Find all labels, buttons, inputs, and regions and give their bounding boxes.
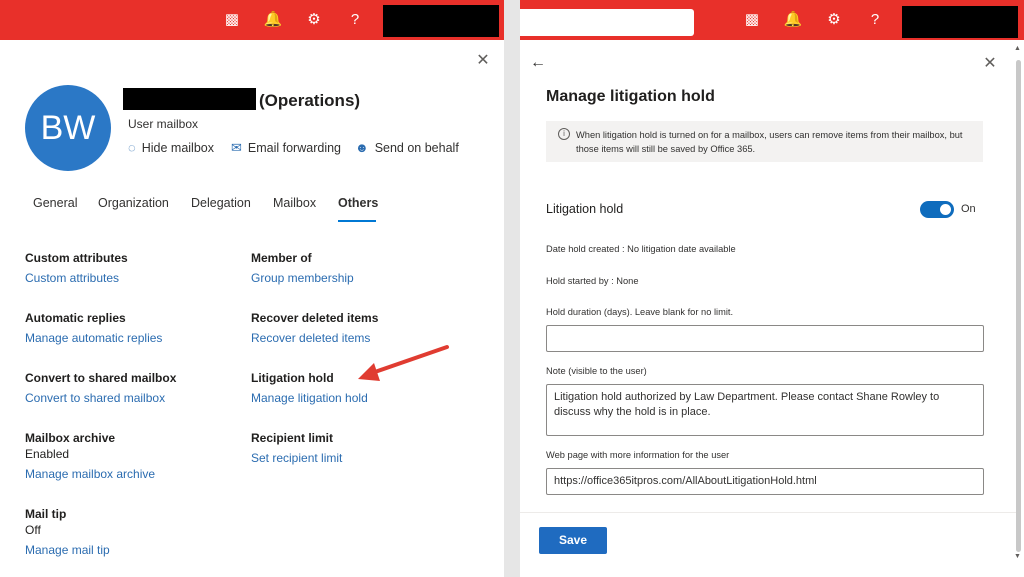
redacted-account-area — [383, 5, 499, 37]
active-tab-indicator — [338, 220, 376, 222]
send-on-behalf-action[interactable]: ☻ Send on behalf — [355, 140, 459, 155]
hide-mailbox-label: Hide mailbox — [141, 140, 214, 155]
gear-icon[interactable]: ⚙ — [824, 10, 844, 30]
search-box[interactable] — [520, 9, 694, 36]
web-page-input[interactable]: https://office365itpros.com/AllAboutLiti… — [546, 468, 984, 495]
back-arrow-icon[interactable]: ← — [530, 54, 548, 72]
automatic-replies-title: Automatic replies — [25, 311, 126, 325]
litigation-hold-toggle[interactable] — [920, 201, 954, 218]
redacted-account-area — [902, 6, 1018, 38]
send-on-behalf-label: Send on behalf — [374, 140, 459, 155]
email-forwarding-action[interactable]: ✉ Email forwarding — [231, 140, 341, 156]
mailbox-details-pane: ▩ 🔔 ⚙ ? ✕ BW (Operations) User mailbox ◌… — [0, 0, 504, 577]
tab-delegation[interactable]: Delegation — [191, 196, 251, 210]
group-membership-link[interactable]: Group membership — [251, 271, 354, 285]
custom-attributes-link[interactable]: Custom attributes — [25, 271, 119, 285]
hold-duration-label: Hold duration (days). Leave blank for no… — [546, 307, 734, 317]
tab-mailbox[interactable]: Mailbox — [273, 196, 316, 210]
terminal-icon[interactable]: ▩ — [222, 10, 242, 30]
bell-icon[interactable]: 🔔 — [783, 10, 803, 30]
info-icon: i — [558, 128, 570, 140]
redacted-mailbox-name — [123, 88, 256, 110]
manage-litigation-hold-link[interactable]: Manage litigation hold — [251, 391, 368, 405]
mailbox-type: User mailbox — [128, 117, 199, 131]
top-bar: ▩ 🔔 ⚙ ? — [520, 0, 1024, 40]
litigation-hold-title: Litigation hold — [251, 371, 334, 385]
info-text: When litigation hold is turned on for a … — [576, 130, 963, 154]
annotation-arrow — [358, 345, 449, 381]
top-bar: ▩ 🔔 ⚙ ? — [0, 0, 504, 40]
manage-mail-tip-link[interactable]: Manage mail tip — [25, 543, 110, 557]
member-of-title: Member of — [251, 251, 312, 265]
convert-shared-link[interactable]: Convert to shared mailbox — [25, 391, 165, 405]
web-page-label: Web page with more information for the u… — [546, 450, 730, 460]
save-button[interactable]: Save — [539, 527, 607, 554]
mailbox-archive-value: Enabled — [25, 447, 70, 461]
custom-attributes-title: Custom attributes — [25, 251, 128, 265]
help-icon[interactable]: ? — [865, 10, 885, 30]
toggle-knob — [940, 204, 951, 215]
eye-hide-icon: ◌ — [128, 140, 136, 155]
mail-tip-value: Off — [25, 523, 41, 537]
avatar: BW — [25, 85, 111, 171]
note-textarea[interactable]: Litigation hold authorized by Law Depart… — [546, 384, 984, 436]
tab-general[interactable]: General — [33, 196, 77, 210]
email-forwarding-label: Email forwarding — [247, 141, 341, 155]
toggle-state-label: On — [961, 203, 976, 215]
tab-organization[interactable]: Organization — [98, 196, 169, 210]
scroll-up-icon[interactable]: ▲ — [1014, 45, 1021, 52]
manage-automatic-replies-link[interactable]: Manage automatic replies — [25, 331, 162, 345]
close-icon[interactable]: ✕ — [474, 52, 492, 70]
person-icon: ☻ — [355, 140, 369, 155]
info-message: i When litigation hold is turned on for … — [546, 121, 983, 162]
help-icon[interactable]: ? — [345, 10, 365, 30]
set-recipient-limit-link[interactable]: Set recipient limit — [251, 451, 342, 465]
recipient-limit-title: Recipient limit — [251, 431, 334, 445]
mailbox-archive-title: Mailbox archive — [25, 431, 116, 445]
terminal-icon[interactable]: ▩ — [742, 10, 762, 30]
close-icon[interactable]: ✕ — [981, 55, 999, 73]
manage-litigation-hold-pane: ▩ 🔔 ⚙ ? ← ✕ Manage litigation hold i Whe… — [520, 0, 1024, 577]
hold-started-by: Hold started by : None — [546, 276, 639, 286]
bell-icon[interactable]: 🔔 — [263, 10, 283, 30]
date-hold-created: Date hold created : No litigation date a… — [546, 244, 736, 254]
recover-deleted-title: Recover deleted items — [251, 311, 379, 325]
manage-mailbox-archive-link[interactable]: Manage mailbox archive — [25, 467, 155, 481]
note-label: Note (visible to the user) — [546, 366, 647, 376]
scrollbar[interactable] — [1016, 60, 1021, 552]
panel-title: Manage litigation hold — [546, 88, 715, 105]
mail-forward-icon: ✉ — [231, 140, 242, 155]
hide-mailbox-action[interactable]: ◌ Hide mailbox — [128, 140, 214, 155]
mailbox-name: (Operations) — [259, 91, 361, 110]
gear-icon[interactable]: ⚙ — [304, 10, 324, 30]
mail-tip-title: Mail tip — [25, 507, 67, 521]
tab-others[interactable]: Others — [338, 196, 378, 210]
hold-duration-input[interactable] — [546, 325, 984, 352]
convert-shared-title: Convert to shared mailbox — [25, 371, 177, 385]
litigation-hold-label: Litigation hold — [546, 202, 624, 216]
scroll-down-icon[interactable]: ▼ — [1014, 553, 1021, 560]
footer-divider — [520, 512, 1016, 513]
